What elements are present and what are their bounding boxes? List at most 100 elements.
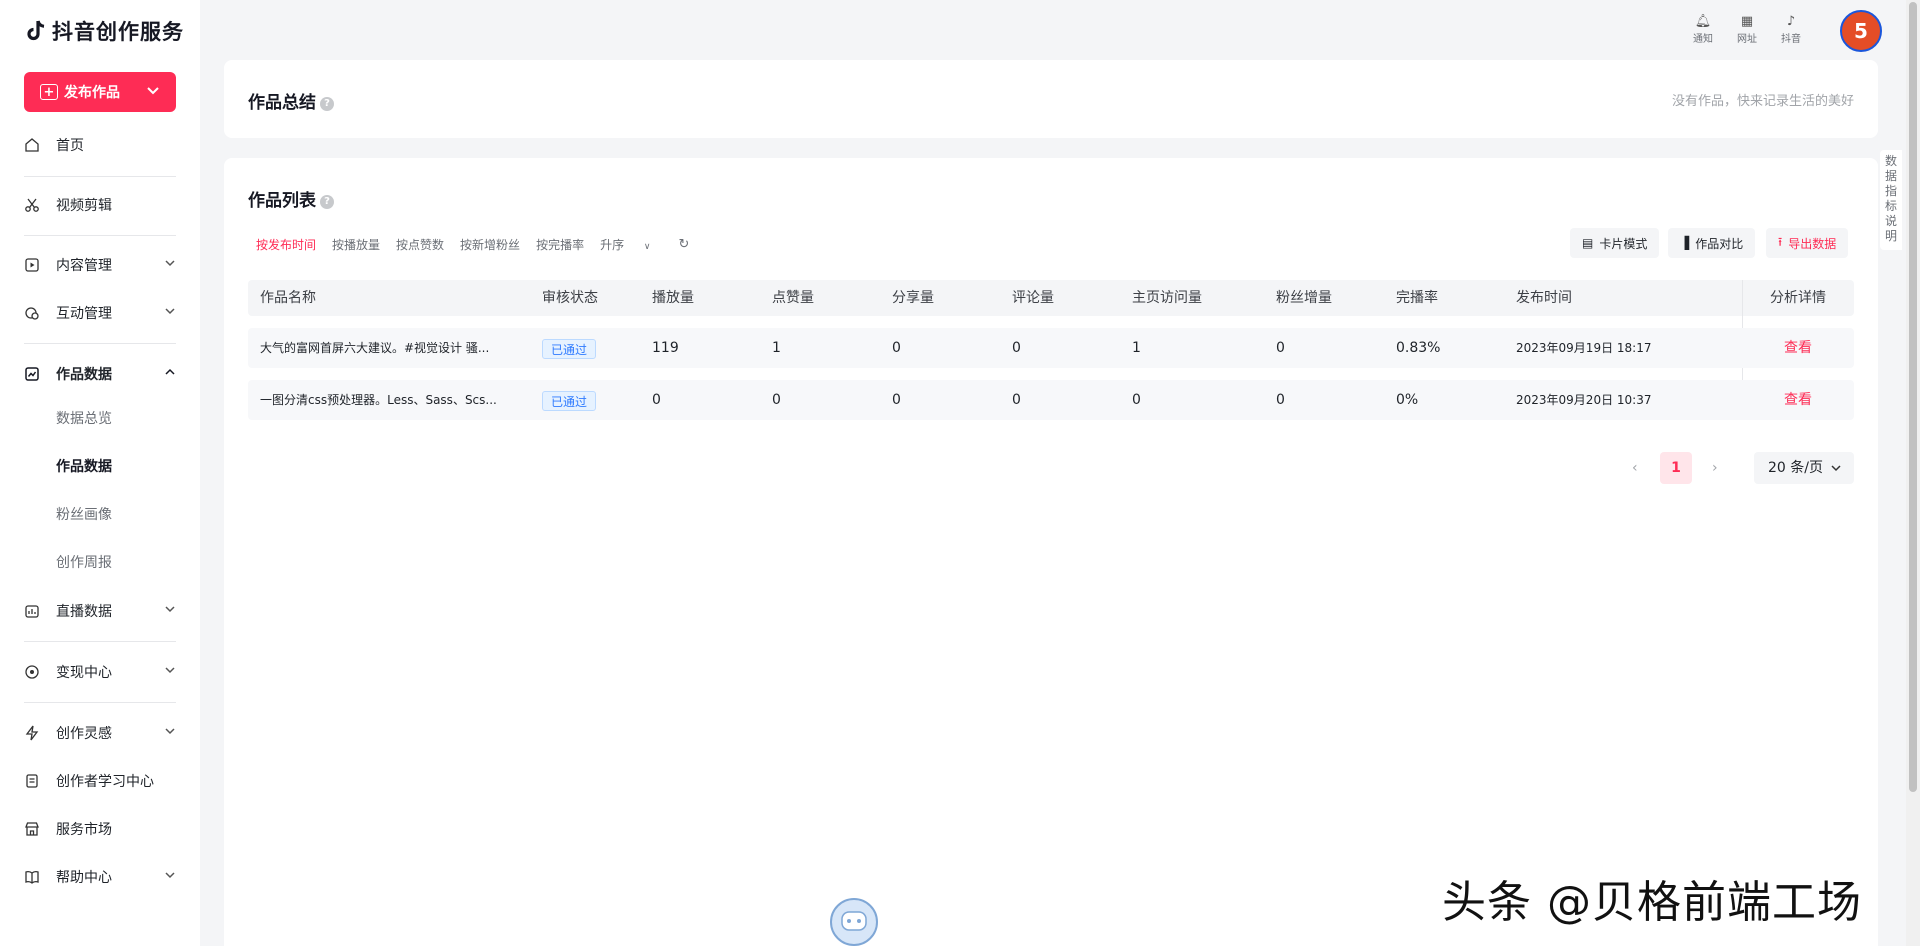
share-count: 0 [892,340,901,356]
chevron-down-icon [165,728,175,735]
app-logo[interactable]: 抖音创作服务 [24,16,184,46]
sidebar-item-help[interactable]: 帮助中心 [0,857,200,897]
refresh-icon[interactable]: ↻ [679,237,690,252]
sort-by-new-fans[interactable]: 按新增粉丝 [460,236,520,253]
sidebar-item-learning[interactable]: 创作者学习中心 [0,761,200,801]
sidebar-item-label: 内容管理 [56,258,112,274]
help-icon[interactable]: ? [320,195,334,209]
card-mode-button[interactable]: ▤ 卡片模式 [1570,228,1660,258]
sort-by-likes[interactable]: 按点赞数 [396,236,444,253]
col-plays: 播放量 [652,290,694,306]
sidebar-item-interaction[interactable]: 互动管理 [0,293,200,333]
chevron-up-icon [165,368,175,375]
fans-count: 0 [1276,340,1285,356]
play-count: 0 [652,392,661,408]
scrollbar[interactable] [1906,0,1920,946]
compare-label: 作品对比 [1695,236,1744,251]
col-status: 审核状态 [542,290,598,306]
table-row: 大气的富网首屏六大建议。#视觉设计 骚... 已通过 119 1 0 0 1 0… [248,328,1854,368]
assistant-robot-icon[interactable] [830,898,878,946]
work-name[interactable]: 一图分清css预处理器。Less、Sass、Scs... [260,380,497,420]
sort-by-time[interactable]: 按发布时间 [256,236,316,253]
finish-rate: 0% [1396,392,1419,408]
douyin-button[interactable]: ♪ 抖音 [1776,14,1806,45]
view-link[interactable]: 查看 [1784,328,1812,368]
sidebar-item-label: 视频剪辑 [56,198,112,214]
prev-page-icon[interactable]: ‹ [1632,452,1638,484]
order-label: 升序 [600,238,625,252]
chart-square-icon [25,367,39,381]
view-link[interactable]: 查看 [1784,380,1812,420]
col-publish-time: 发布时间 [1516,290,1572,306]
chevron-down-icon [165,606,175,613]
table-header: 作品名称 审核状态 播放量 点赞量 分享量 评论量 主页访问量 粉丝增量 完播率… [248,280,1854,316]
sidebar-item-inspiration[interactable]: 创作灵感 [0,713,200,753]
live-chart-icon [25,605,39,618]
sidebar-subitem-works[interactable]: 作品数据 [56,455,112,479]
sidebar-subitem-fans[interactable]: 粉丝画像 [56,503,112,527]
sidebar-item-label: 首页 [56,138,84,154]
summary-title-text: 作品总结 [248,93,316,113]
export-icon: ⭱ [1778,234,1783,249]
book-icon [26,774,38,788]
like-count: 0 [772,392,781,408]
status-badge: 已通过 [542,391,597,411]
avatar[interactable]: 5 [1840,10,1882,52]
chevron-down-icon [165,308,175,315]
chevron-down-icon[interactable] [146,84,160,98]
play-count: 119 [652,340,679,356]
sidebar-item-market[interactable]: 服务市场 [0,809,200,849]
sidebar-item-monetize[interactable]: 变现中心 [0,652,200,692]
sidebar-item-label: 服务市场 [56,822,112,838]
work-name[interactable]: 大气的富网首屏六大建议。#视觉设计 骚... [260,328,489,368]
chevron-down-icon [1831,465,1841,472]
scrollbar-thumb[interactable] [1909,2,1917,792]
notify-label: 通知 [1693,34,1713,45]
metrics-explanation-tab[interactable]: 数据指标说明 [1880,150,1902,250]
fans-count: 0 [1276,392,1285,408]
sidebar-item-home[interactable]: 首页 [0,125,200,165]
site-button[interactable]: ▦ 网址 [1732,14,1762,45]
publish-label: 发布作品 [64,85,120,101]
table-row: 一图分清css预处理器。Less、Sass、Scs... 已通过 0 0 0 0… [248,380,1854,420]
export-button[interactable]: ⭱ 导出数据 [1766,228,1849,258]
publish-time: 2023年09月19日 18:17 [1516,341,1652,355]
sidebar-item-label: 创作者学习中心 [56,774,154,790]
robot-face-icon [841,911,867,931]
site-label: 网址 [1737,34,1757,45]
col-fans: 粉丝增量 [1276,290,1332,306]
sidebar-item-label: 变现中心 [56,665,112,681]
visit-count: 0 [1132,392,1141,408]
chevron-down-icon [165,872,175,879]
sidebar-item-video-edit[interactable]: 视频剪辑 [0,185,200,225]
notify-button[interactable]: 🔔︎ 通知 [1688,14,1718,45]
divider [24,235,176,236]
sort-by-finish-rate[interactable]: 按完播率 [536,236,584,253]
open-book-icon [25,871,39,884]
page-current[interactable]: 1 [1660,452,1692,484]
sidebar-subitem-overview[interactable]: 数据总览 [56,407,112,431]
sort-by-plays[interactable]: 按播放量 [332,236,380,253]
chevron-down-icon: ∨ [643,242,651,252]
list-title-text: 作品列表 [248,191,316,211]
order-select[interactable]: 升序 ∨ [600,236,666,253]
help-icon[interactable]: ? [320,97,334,111]
sidebar-item-content-mgmt[interactable]: 内容管理 [0,245,200,285]
side-tab-label: 数据指标说明 [1885,154,1898,243]
divider [24,641,176,642]
page-size-select[interactable]: 20 条/页 [1754,452,1854,484]
bell-icon: 🔔︎ [1694,14,1712,29]
chevron-down-icon [165,667,175,674]
col-name: 作品名称 [260,290,316,306]
sidebar-item-works-data[interactable]: 作品数据 [0,354,200,394]
next-page-icon[interactable]: › [1712,452,1718,484]
compare-button[interactable]: ▐ 作品对比 [1668,228,1756,258]
sidebar-subitem-weekly[interactable]: 创作周报 [56,551,112,575]
douyin-icon: ♪ [1786,14,1796,29]
sidebar: 抖音创作服务 + 发布作品 首页 视频剪辑 内容管理 互动管理 作品数据 数据总… [0,0,200,946]
share-count: 0 [892,392,901,408]
divider [24,343,176,344]
col-visits: 主页访问量 [1132,290,1202,306]
sidebar-item-live-data[interactable]: 直播数据 [0,591,200,631]
publish-button[interactable]: + 发布作品 [24,72,176,112]
